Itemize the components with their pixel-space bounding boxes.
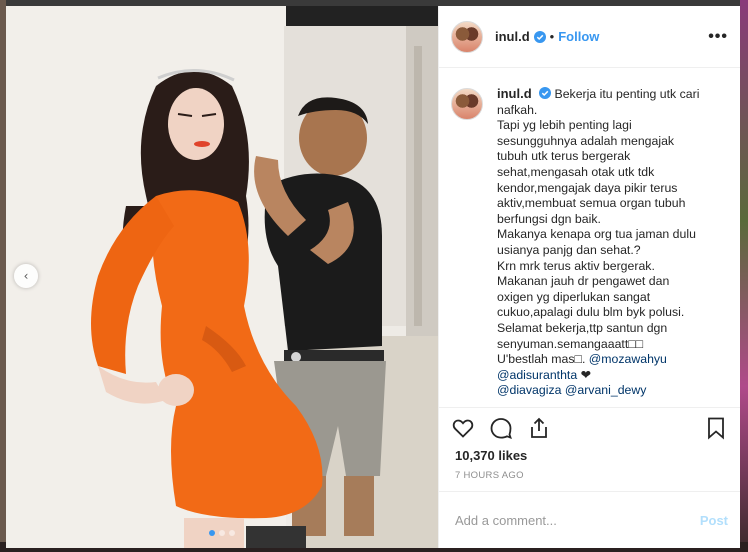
caption-body: inul.d Bekerja itu penting utk cari nafk… — [497, 86, 699, 399]
carousel-dot — [219, 530, 225, 536]
caption-line: cukuo,apalagi dulu blm byk polusi. — [497, 305, 685, 320]
mention-link[interactable]: @mozawahyu — [589, 352, 667, 366]
caption-line: Bekerja itu penting utk cari — [554, 87, 700, 101]
post-comment-button[interactable]: Post — [700, 513, 728, 528]
follow-button[interactable]: Follow — [558, 29, 599, 44]
caption: inul.d Bekerja itu penting utk cari nafk… — [451, 86, 728, 399]
caption-line: kendor,mengajak daya pikir terus — [497, 180, 678, 195]
caption-line: sesungguhnya adalah mengajak — [497, 133, 675, 148]
post-header: inul.d • Follow ••• — [439, 6, 740, 68]
avatar[interactable] — [451, 20, 483, 53]
header-separator: • — [549, 29, 555, 44]
caption-line: Selamat bekerja,ttp santun dgn — [497, 320, 668, 335]
chevron-left-icon: ‹ — [23, 269, 29, 283]
post-photo[interactable]: ‹ — [6, 6, 438, 548]
heart-emoji: ❤ — [580, 367, 591, 382]
caption-avatar[interactable] — [451, 88, 483, 120]
comments-section[interactable]: inul.d Bekerja itu penting utk cari nafk… — [439, 68, 740, 408]
caption-line: aktiv,membuat semua organ tubuh — [497, 196, 686, 211]
caption-line: Makanan jauh dr pengawet dan — [497, 274, 670, 289]
heart-icon[interactable] — [451, 416, 475, 440]
caption-line: Makanya kenapa org tua jaman dulu — [497, 227, 696, 242]
username-link[interactable]: inul.d — [495, 29, 530, 44]
caption-line: Tapi yg lebih penting lagi — [497, 118, 632, 133]
verified-badge-icon — [539, 87, 552, 99]
bookmark-icon[interactable] — [704, 416, 728, 440]
mention-link[interactable]: @adisuranthta — [497, 368, 577, 382]
caption-line: U'bestlah mas□. — [497, 352, 589, 367]
caption-line: oxigen yg diperlukan sangat — [497, 289, 651, 304]
share-icon[interactable] — [527, 416, 551, 440]
comment-icon[interactable] — [489, 416, 513, 440]
post-actions — [439, 408, 740, 448]
caption-line: Krn mrk terus aktiv bergerak. — [497, 258, 655, 273]
caption-line: sehat,mengasah otak utk tdk — [497, 164, 655, 179]
caption-line: senyuman.semangaaatt□□ — [497, 336, 644, 351]
photo-illustration — [6, 6, 438, 548]
carousel-dot — [229, 530, 235, 536]
caption-line: usianya panjg dan sehat.? — [497, 242, 641, 257]
mention-link[interactable]: @diavagiza — [497, 383, 561, 397]
carousel-previous-button[interactable]: ‹ — [14, 264, 38, 288]
mention-link[interactable]: @arvani_dewy — [565, 383, 647, 397]
caption-line: nafkah. — [497, 102, 538, 117]
background-right-strip — [740, 0, 748, 552]
add-comment-row: Post — [439, 492, 740, 548]
caption-username-link[interactable]: inul.d — [497, 86, 532, 101]
caption-line: berfungsi dgn baik. — [497, 211, 601, 226]
carousel-dot — [209, 530, 215, 536]
comment-input[interactable] — [455, 512, 700, 528]
caption-line: tubuh utk terus bergerak — [497, 149, 631, 164]
more-options-icon[interactable]: ••• — [708, 28, 728, 46]
carousel-dots — [6, 530, 438, 536]
post-side-panel: inul.d • Follow ••• inul.d Bekerja itu p… — [438, 6, 740, 548]
verified-badge-icon — [533, 30, 546, 43]
post-modal: ‹ inul.d • Follow ••• inul.d Bekerja itu… — [6, 6, 740, 548]
likes-count[interactable]: 10,370 likes — [439, 448, 740, 468]
post-timestamp[interactable]: 7 HOURS AGO — [439, 468, 740, 492]
